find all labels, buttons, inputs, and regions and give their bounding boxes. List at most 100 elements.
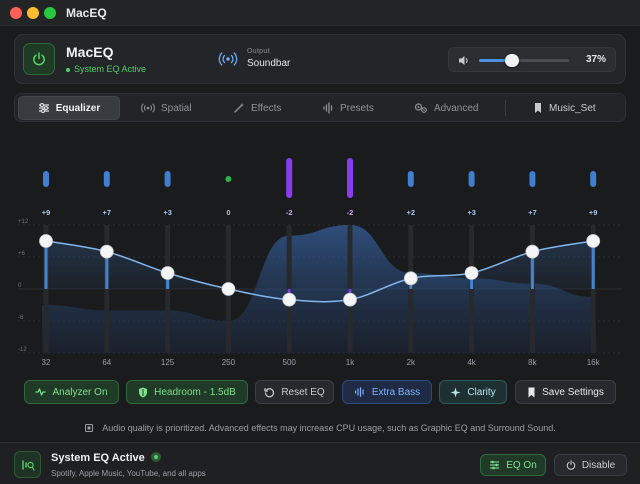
band-gain-knob[interactable] [586, 234, 601, 248]
save-settings-label: Save Settings [542, 386, 604, 398]
save-settings-button[interactable]: Save Settings [515, 380, 616, 404]
tab-advanced[interactable]: Advanced [414, 96, 478, 120]
band-level-indicator [347, 158, 353, 198]
band-level-indicator [103, 171, 110, 187]
band-gain-knob[interactable] [464, 266, 479, 280]
band-frequency-label: 4k [467, 358, 476, 367]
band-frequency-label: 32 [42, 358, 51, 367]
app-status-text: System EQ Active [74, 64, 147, 74]
active-indicator-icon [150, 452, 161, 462]
tab-equalizer[interactable]: Equalizer [18, 96, 120, 120]
band-level-indicator [43, 171, 49, 187]
disable-label: Disable [581, 459, 616, 471]
power-button[interactable] [23, 43, 55, 75]
system-eq-status-icon-box [14, 451, 41, 478]
info-text: Audio quality is prioritized. Advanced e… [102, 423, 556, 433]
status-dot-icon [66, 67, 70, 72]
zoom-window-button[interactable] [44, 7, 56, 19]
band-gain-knob[interactable] [282, 292, 297, 307]
tab-divider [505, 100, 506, 116]
bass-waveform-icon [354, 387, 364, 397]
band-gain-knob[interactable] [403, 271, 418, 286]
band-level-indicator [286, 158, 293, 198]
shield-icon [139, 387, 148, 397]
gain-tick-label: 0 [18, 283, 22, 289]
sparkle-icon [450, 387, 461, 397]
tab-presets-label: Presets [340, 102, 374, 114]
analyzer-button[interactable]: Analyzer On [24, 380, 119, 404]
info-message: Audio quality is prioritized. Advanced e… [0, 423, 640, 433]
bookmark-icon [528, 387, 535, 397]
band-gain-label: 0 [226, 208, 230, 217]
band-frequency-label: 1k [346, 358, 355, 367]
disable-button[interactable]: Disable [554, 454, 627, 476]
clarity-button[interactable]: Clarity [439, 380, 507, 404]
headroom-label: Headroom - 1.5dB [154, 386, 236, 398]
minimize-window-button[interactable] [27, 7, 39, 19]
volume-percent: 37% [585, 54, 606, 65]
gain-tick-label: +12 [18, 219, 29, 225]
output-device[interactable]: Soundbar [247, 58, 290, 69]
band-gain-knob[interactable] [39, 234, 53, 248]
band-gain-label: +3 [163, 208, 172, 217]
extra-bass-button[interactable]: Extra Bass [342, 380, 432, 404]
sliders-icon [490, 460, 500, 470]
tab-music-set[interactable]: Music_Set [533, 96, 596, 120]
extra-bass-label: Extra Bass [371, 386, 421, 398]
analyzer-label: Analyzer On [52, 386, 108, 398]
reset-eq-label: Reset EQ [281, 386, 325, 398]
band-gain-knob[interactable] [343, 292, 357, 307]
output-label: Output [247, 48, 270, 55]
footer-title: System EQ Active [51, 452, 161, 464]
volume-slider[interactable] [479, 54, 569, 67]
app-name: MacEQ [66, 44, 114, 60]
eq-on-button[interactable]: EQ On [480, 454, 546, 476]
band-gain-knob[interactable] [525, 244, 540, 259]
band-level-indicator [225, 176, 232, 182]
bookmark-icon [535, 103, 541, 113]
tab-spatial[interactable]: Spatial [141, 96, 192, 120]
band-gain-knob[interactable] [160, 266, 175, 280]
tab-advanced-label: Advanced [434, 102, 479, 114]
tab-effects[interactable]: Effects [233, 96, 281, 120]
gain-tick-label: -6 [18, 315, 24, 321]
band-frequency-label: 125 [161, 358, 175, 367]
headroom-button[interactable]: Headroom - 1.5dB [126, 380, 248, 404]
band-gain-label: -2 [347, 208, 354, 217]
pulse-icon [35, 388, 46, 396]
gain-tick-label: -12 [18, 347, 27, 353]
tab-bar: Equalizer Spatial Effects Presets Advanc… [14, 93, 626, 122]
window-title: MacEQ [66, 6, 107, 20]
close-window-button[interactable] [10, 7, 22, 19]
gain-tick-label: +6 [18, 251, 26, 257]
speaker-icon [459, 56, 468, 65]
band-gain-label: +7 [103, 208, 112, 217]
tab-effects-label: Effects [251, 102, 282, 114]
footer-bar: System EQ Active Spotify, Apple Music, Y… [0, 442, 640, 484]
volume-control: 37% [448, 47, 616, 72]
app-status: System EQ Active [66, 64, 146, 74]
footer-subtitle: Spotify, Apple Music, YouTube, and all a… [51, 469, 206, 478]
band-gain-label: +9 [42, 208, 51, 217]
band-level-indicator [407, 171, 414, 187]
spatial-icon [141, 103, 155, 113]
band-gain-knob[interactable] [221, 282, 236, 296]
band-gain-label: +9 [589, 208, 598, 217]
band-frequency-label: 16k [587, 358, 601, 367]
reset-eq-button[interactable]: Reset EQ [255, 380, 334, 404]
tab-equalizer-label: Equalizer [55, 102, 101, 114]
gears-icon [414, 103, 427, 113]
volume-thumb[interactable] [505, 54, 520, 67]
power-icon [566, 460, 576, 470]
band-gain-knob[interactable] [99, 244, 114, 259]
title-bar: MacEQ [0, 0, 640, 26]
header-card: MacEQ System EQ Active Output Soundbar 3… [14, 34, 626, 84]
band-gain-label: +2 [407, 208, 416, 217]
clarity-label: Clarity [467, 386, 496, 398]
tab-presets[interactable]: Presets [322, 96, 374, 120]
eq-on-label: EQ On [506, 459, 537, 471]
band-frequency-label: 2k [407, 358, 416, 367]
equalizer-graph: +12 +6 0 -6 -12 +9 32 +7 64 +3 125 0 250 -2 500 -2 1k +2… [0, 141, 640, 371]
tab-music-set-label: Music_Set [549, 102, 596, 114]
band-frequency-label: 250 [222, 358, 236, 367]
